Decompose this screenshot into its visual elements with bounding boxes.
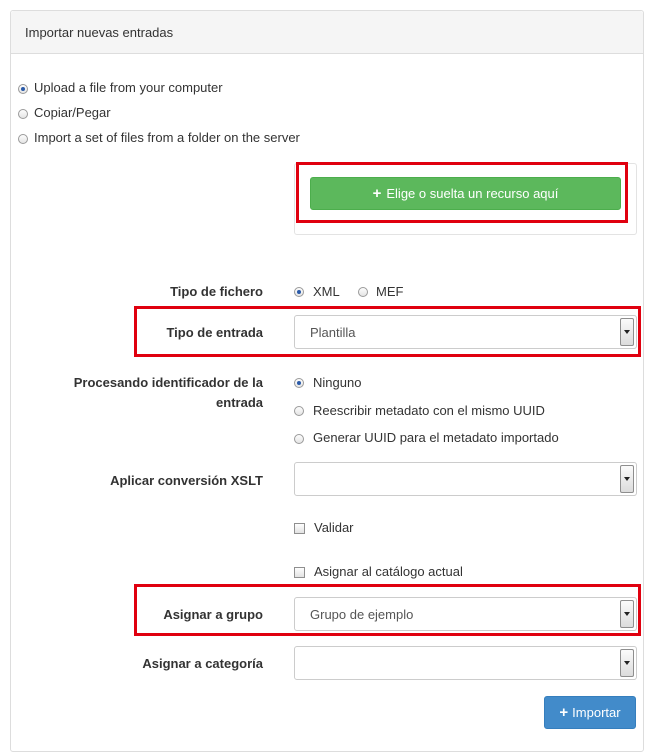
radio-uuid-overwrite[interactable] bbox=[294, 406, 304, 416]
radio-uuid-none[interactable] bbox=[294, 378, 304, 388]
import-button[interactable]: + Importar bbox=[544, 696, 636, 729]
uuid-processing-label-line2: entrada bbox=[216, 395, 263, 410]
category-label: Asignar a categoría bbox=[142, 656, 263, 671]
radio-xml-label[interactable]: XML bbox=[313, 284, 340, 299]
radio-copy-paste[interactable] bbox=[18, 109, 28, 119]
radio-copy-paste-label[interactable]: Copiar/Pegar bbox=[34, 105, 111, 120]
radio-uuid-overwrite-label[interactable]: Reescribir metadato con el mismo UUID bbox=[313, 403, 545, 418]
radio-upload-file-label[interactable]: Upload a file from your computer bbox=[34, 80, 223, 95]
category-select[interactable] bbox=[294, 646, 637, 680]
xslt-select[interactable] bbox=[294, 462, 637, 496]
highlight-group bbox=[134, 584, 641, 636]
radio-server-folder-label[interactable]: Import a set of files from a folder on t… bbox=[34, 130, 300, 145]
xslt-label: Aplicar conversión XSLT bbox=[110, 473, 263, 488]
plus-icon: + bbox=[559, 704, 569, 721]
panel-heading: Importar nuevas entradas bbox=[11, 11, 643, 54]
radio-uuid-none-label[interactable]: Ninguno bbox=[313, 375, 361, 390]
radio-upload-file[interactable] bbox=[18, 84, 28, 94]
radio-uuid-generate-label[interactable]: Generar UUID para el metadato importado bbox=[313, 430, 559, 445]
panel-title: Importar nuevas entradas bbox=[25, 25, 174, 40]
highlight-entry-type bbox=[134, 306, 641, 357]
chevron-down-icon bbox=[620, 465, 634, 493]
assign-catalog-checkbox[interactable] bbox=[294, 567, 305, 578]
import-button-label: Importar bbox=[572, 705, 621, 720]
radio-uuid-generate[interactable] bbox=[294, 434, 304, 444]
highlight-upload bbox=[296, 162, 628, 223]
radio-xml[interactable] bbox=[294, 287, 304, 297]
file-type-label: Tipo de fichero bbox=[170, 284, 263, 299]
validate-label[interactable]: Validar bbox=[314, 520, 354, 535]
radio-server-folder[interactable] bbox=[18, 134, 28, 144]
radio-mef[interactable] bbox=[358, 287, 368, 297]
radio-mef-label[interactable]: MEF bbox=[376, 284, 403, 299]
chevron-down-icon bbox=[620, 649, 634, 677]
assign-catalog-label[interactable]: Asignar al catálogo actual bbox=[314, 564, 463, 579]
validate-checkbox[interactable] bbox=[294, 523, 305, 534]
uuid-processing-label-line1: Procesando identificador de la bbox=[73, 375, 263, 390]
